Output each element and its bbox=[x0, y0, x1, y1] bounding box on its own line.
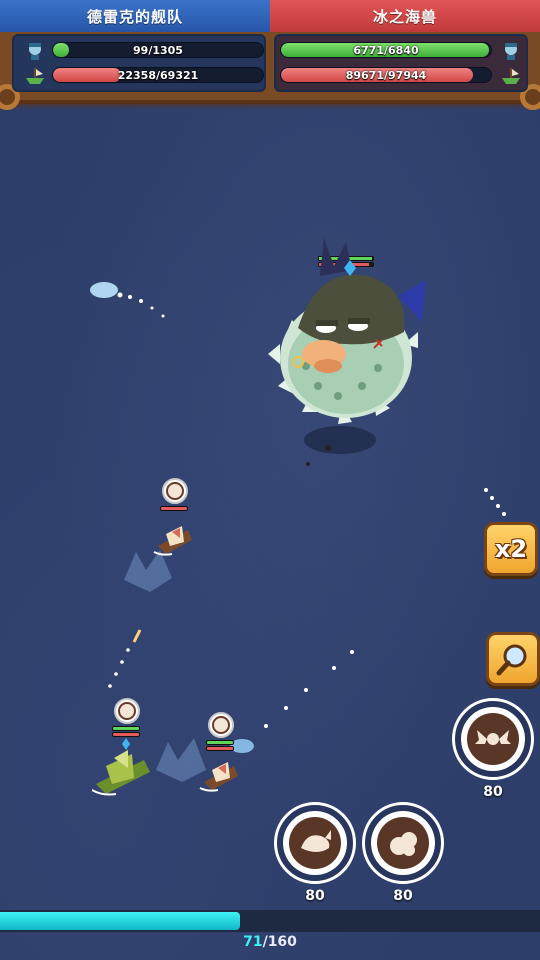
crew-target-icon bbox=[162, 478, 188, 504]
battle-hud: 德雷克的舰队 冰之海兽 99/1305 22358/69321 6771/684… bbox=[0, 0, 540, 112]
enemy-crew-text: 6771/6840 bbox=[353, 43, 419, 57]
smoke-bomb-icon bbox=[390, 832, 417, 856]
sea-background bbox=[0, 0, 540, 960]
galleon-icon bbox=[92, 738, 150, 796]
ship-hp-bar bbox=[112, 732, 140, 737]
player-ship-hp-text: 22358/69321 bbox=[117, 68, 199, 82]
brigantine-icon bbox=[153, 526, 192, 556]
energy-current: 71 bbox=[243, 934, 263, 950]
skill-cost: 80 bbox=[305, 888, 325, 904]
sea-effects bbox=[90, 282, 506, 782]
crew-target-icon bbox=[208, 712, 234, 738]
water-splash-effect bbox=[484, 488, 506, 516]
ship-crew-bar bbox=[206, 740, 234, 745]
skill-cost: 80 bbox=[483, 784, 503, 800]
player-ship[interactable] bbox=[152, 478, 202, 558]
speed-x2-button[interactable]: x2 bbox=[484, 522, 538, 576]
pufferfish-icon bbox=[268, 238, 426, 424]
wing-crest-icon bbox=[475, 730, 511, 745]
enemy-stats-panel: 6771/6840 89671/97944 bbox=[274, 34, 528, 92]
energy-fill bbox=[0, 912, 240, 930]
sailor-icon bbox=[24, 40, 46, 62]
pufferfish-boss[interactable] bbox=[258, 236, 434, 436]
whale-icon bbox=[301, 830, 331, 852]
player-flagship[interactable] bbox=[92, 698, 154, 798]
water-splash-effect bbox=[90, 282, 165, 318]
magnify-button[interactable] bbox=[486, 632, 540, 686]
player-ship[interactable] bbox=[198, 712, 248, 792]
magnifier-icon bbox=[496, 644, 527, 676]
ship-hp-bar bbox=[160, 506, 188, 511]
enemy-crew-bar: 6771/6840 bbox=[280, 42, 492, 58]
energy-max: 160 bbox=[267, 934, 297, 950]
player-crew-text: 99/1305 bbox=[133, 43, 183, 57]
cannon-shot-trail bbox=[230, 650, 354, 753]
energy-counter: 71/160 bbox=[0, 934, 540, 950]
player-stats-panel: 99/1305 22358/69321 bbox=[12, 34, 266, 92]
speed-label: x2 bbox=[494, 535, 528, 563]
player-team-name: 德雷克的舰队 bbox=[0, 0, 270, 32]
skill-button-smoke[interactable] bbox=[362, 802, 444, 884]
skill-button-wing-crest[interactable] bbox=[452, 698, 534, 780]
cannon-shot-trail bbox=[108, 629, 142, 688]
enemy-team-name: 冰之海兽 bbox=[270, 0, 540, 32]
player-ship-hp-bar: 22358/69321 bbox=[52, 67, 264, 83]
sailor-icon bbox=[500, 40, 522, 62]
crew-target-icon bbox=[114, 698, 140, 724]
ship-icon bbox=[24, 65, 46, 87]
enemy-ship-hp-bar: 89671/97944 bbox=[280, 67, 492, 83]
ship-icon bbox=[500, 65, 522, 87]
brigantine-icon bbox=[199, 762, 238, 792]
energy-bar bbox=[0, 910, 540, 932]
enemy-ship-hp-text: 89671/97944 bbox=[345, 68, 427, 82]
skill-button-whale[interactable] bbox=[274, 802, 356, 884]
player-crew-bar: 99/1305 bbox=[52, 42, 264, 58]
skill-cost: 80 bbox=[393, 888, 413, 904]
ship-crew-bar bbox=[112, 726, 140, 731]
